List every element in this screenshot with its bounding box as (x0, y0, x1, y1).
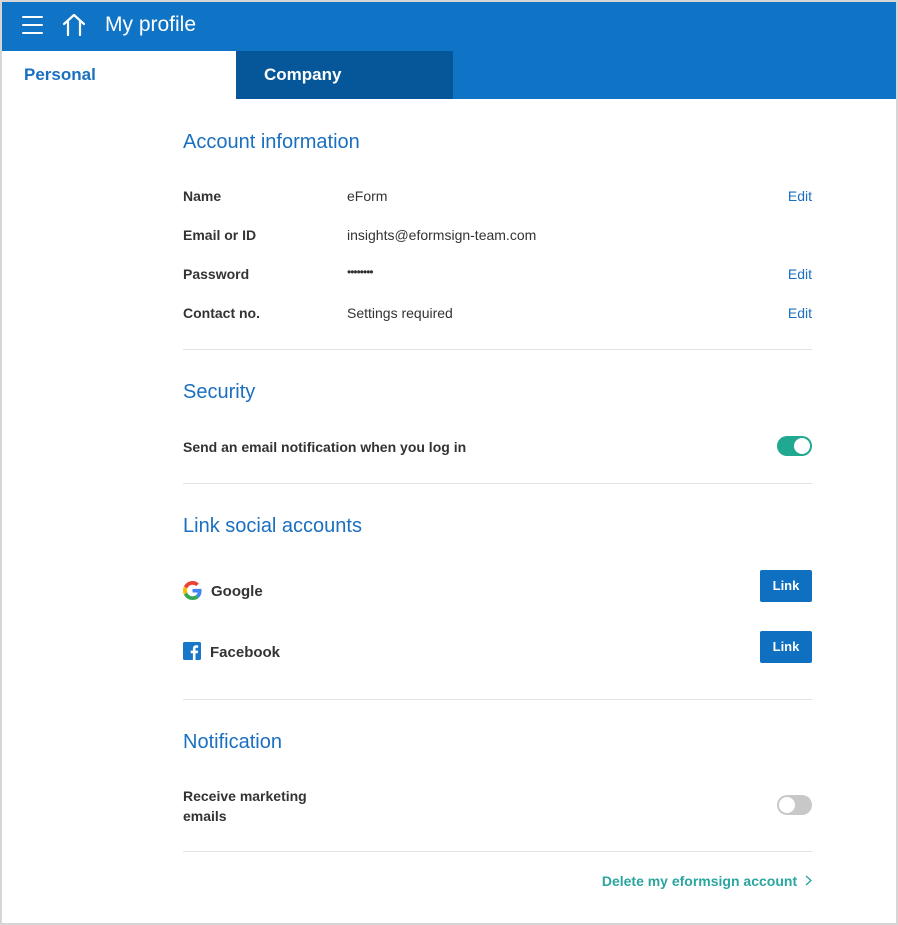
password-value: •••••••• (347, 265, 374, 279)
login-notification-label: Send an email notification when you log … (183, 439, 467, 455)
contact-value: Settings required (347, 305, 453, 321)
top-bar: My profile (2, 2, 896, 51)
edit-contact-link[interactable]: Edit (788, 305, 812, 321)
marketing-label-line-2: emails (183, 808, 227, 824)
social-section-title: Link social accounts (183, 515, 362, 537)
edit-name-link[interactable]: Edit (788, 188, 812, 204)
marketing-emails-toggle[interactable] (777, 795, 812, 815)
hamburger-menu-icon[interactable] (22, 16, 43, 34)
tab-personal[interactable]: Personal (2, 51, 236, 99)
facebook-label: Facebook (210, 644, 281, 661)
tab-bar: Personal Company (2, 51, 896, 99)
notification-section-title: Notification (183, 731, 282, 753)
divider (183, 483, 812, 484)
name-value: eForm (347, 188, 388, 204)
toggle-knob (779, 797, 795, 813)
delete-account-label: Delete my eformsign account (601, 873, 798, 889)
account-section-title: Account information (183, 131, 360, 153)
tab-company[interactable]: Company (236, 51, 453, 99)
link-google-button[interactable]: Link (760, 570, 812, 602)
google-label: Google (211, 583, 263, 600)
page-title: My profile (105, 13, 197, 36)
facebook-icon (183, 642, 201, 660)
link-facebook-button[interactable]: Link (760, 631, 812, 663)
name-label: Name (183, 188, 222, 204)
chevron-right-icon (805, 875, 812, 886)
divider (183, 349, 812, 350)
toggle-knob (794, 438, 810, 454)
email-label: Email or ID (183, 227, 257, 243)
delete-account-link[interactable]: Delete my eformsign account (602, 873, 812, 889)
password-label: Password (183, 266, 250, 282)
divider (183, 699, 812, 700)
home-icon[interactable] (61, 12, 87, 38)
email-value: insights@eformsign-team.com (347, 227, 537, 243)
contact-label: Contact no. (183, 305, 260, 321)
marketing-label-line-1: Receive marketing (183, 788, 307, 804)
security-section-title: Security (183, 381, 256, 403)
divider (183, 851, 812, 852)
edit-password-link[interactable]: Edit (788, 266, 812, 282)
page-frame: My profile Personal Company Account info… (0, 0, 898, 925)
google-icon (183, 581, 202, 600)
login-notification-toggle[interactable] (777, 436, 812, 456)
